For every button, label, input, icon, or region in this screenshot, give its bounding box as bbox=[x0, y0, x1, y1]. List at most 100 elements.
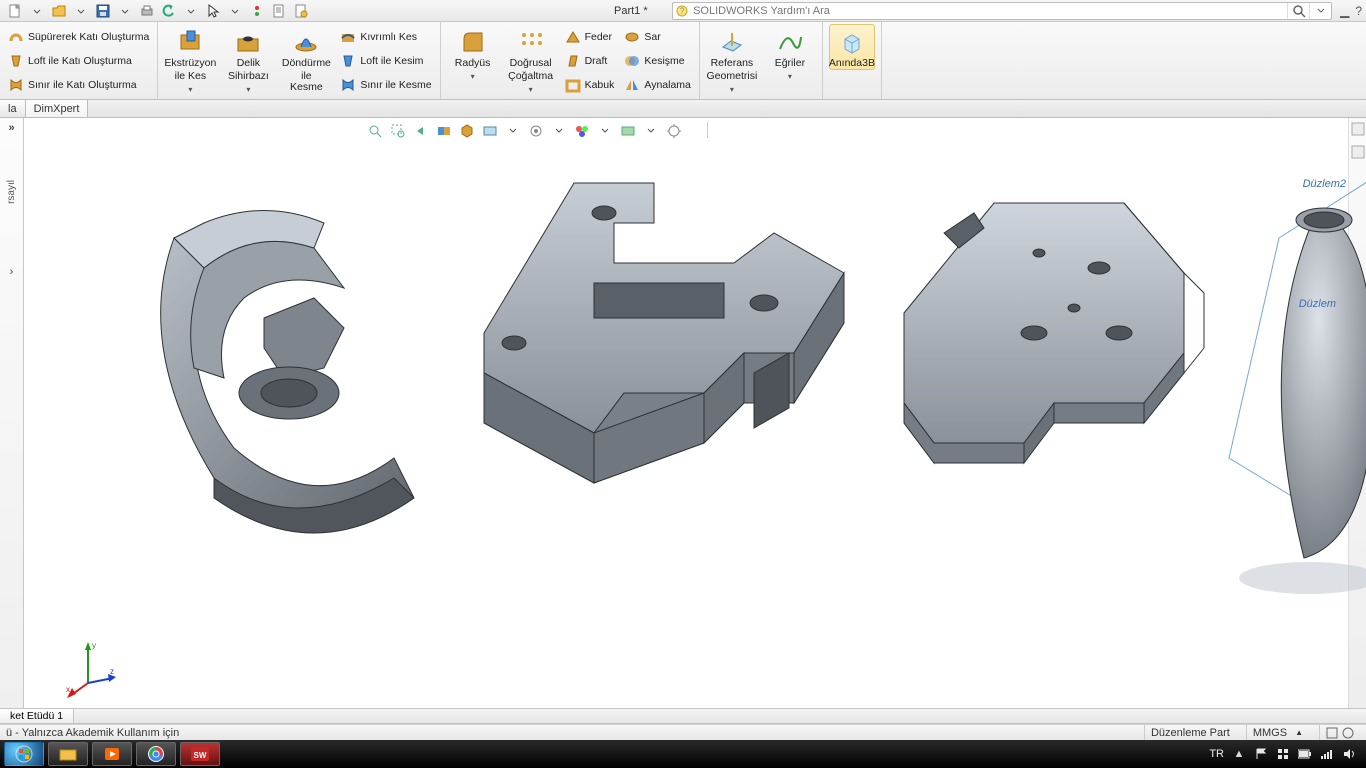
panel-label: rsayıl bbox=[6, 180, 17, 204]
rib-button[interactable]: Feder bbox=[563, 25, 617, 49]
search-dropdown[interactable] bbox=[1309, 3, 1331, 19]
tab-partial-1[interactable]: la bbox=[0, 100, 26, 117]
reference-geometry-button[interactable]: ReferansGeometrisi▾ bbox=[706, 24, 758, 95]
instant3d-button[interactable]: Anında3B bbox=[829, 24, 875, 70]
open-doc-dropdown[interactable] bbox=[70, 2, 92, 20]
rebuild-button[interactable] bbox=[246, 2, 268, 20]
tray-flag-icon[interactable] bbox=[1254, 747, 1268, 761]
panel-arrow[interactable]: › bbox=[10, 266, 14, 278]
boundary-cut-button[interactable]: Sınır ile Kesme bbox=[338, 73, 433, 97]
settings-button[interactable] bbox=[290, 2, 312, 20]
print-button[interactable] bbox=[136, 2, 158, 20]
chevron-down-icon: ▾ bbox=[188, 86, 192, 94]
boundary-boss-button[interactable]: Sınır ile Katı Oluşturma bbox=[6, 73, 151, 97]
wrap-button[interactable]: Sar bbox=[622, 25, 693, 49]
ribbon-group-reference: ReferansGeometrisi▾ Eğriler▾ bbox=[700, 22, 823, 99]
model-part-2[interactable] bbox=[444, 173, 864, 538]
edit-appearance-button[interactable] bbox=[571, 121, 593, 141]
intersect-icon bbox=[624, 53, 640, 69]
extruded-cut-button[interactable]: Ekstrüzyonile Kes▾ bbox=[164, 24, 216, 95]
save-dropdown[interactable] bbox=[114, 2, 136, 20]
shell-icon bbox=[565, 77, 581, 93]
draft-icon bbox=[565, 53, 581, 69]
options-button[interactable] bbox=[268, 2, 290, 20]
expand-panel-button[interactable]: » bbox=[8, 122, 14, 134]
status-icons[interactable] bbox=[1319, 725, 1360, 740]
tab-dimxpert[interactable]: DimXpert bbox=[26, 100, 89, 117]
swept-boss-icon bbox=[8, 29, 24, 45]
mirror-button[interactable]: Aynalama bbox=[622, 73, 693, 97]
chevron-up-icon: ▲ bbox=[1295, 728, 1303, 737]
plane-label-2[interactable]: Düzlem2 bbox=[1303, 178, 1346, 190]
hide-show-button[interactable] bbox=[525, 121, 547, 141]
chevron-down-icon: ▾ bbox=[246, 86, 250, 94]
tray-wifi-icon[interactable] bbox=[1320, 747, 1334, 761]
task-pane-tab-1[interactable] bbox=[1351, 122, 1365, 141]
feature-manager-collapsed[interactable]: » rsayıl › bbox=[0, 118, 24, 708]
motion-study-tab-1[interactable]: ket Etüdü 1 bbox=[0, 709, 74, 723]
hide-show-dropdown[interactable] bbox=[548, 121, 570, 141]
section-view-button[interactable] bbox=[433, 121, 455, 141]
chevron-down-icon: ▾ bbox=[730, 86, 734, 94]
apply-scene-button[interactable] bbox=[617, 121, 639, 141]
view-settings-button[interactable] bbox=[663, 121, 685, 141]
intersect-button[interactable]: Kesişme bbox=[622, 49, 693, 73]
status-message: ü - Yalnızca Akademik Kullanım için bbox=[6, 727, 179, 739]
open-doc-button[interactable] bbox=[48, 2, 70, 20]
tray-show-hidden-icon[interactable]: ▲ bbox=[1232, 747, 1246, 761]
select-button[interactable] bbox=[202, 2, 224, 20]
swept-cut-button[interactable]: Kıvrımlı Kes bbox=[338, 25, 433, 49]
taskbar-app-explorer[interactable] bbox=[48, 742, 88, 766]
status-units[interactable]: MMGS▲ bbox=[1246, 725, 1309, 740]
model-part-4[interactable] bbox=[1224, 178, 1366, 603]
taskbar-app-media[interactable] bbox=[92, 742, 132, 766]
shell-button[interactable]: Kabuk bbox=[563, 73, 617, 97]
display-style-button[interactable] bbox=[479, 121, 501, 141]
hole-wizard-button[interactable]: DelikSihirbazı▾ bbox=[222, 24, 274, 95]
edit-appearance-dropdown[interactable] bbox=[594, 121, 616, 141]
tray-nav-icon[interactable] bbox=[1276, 747, 1290, 761]
tray-language[interactable]: TR bbox=[1209, 748, 1224, 760]
loft-cut-button[interactable]: Loft ile Kesim bbox=[338, 49, 433, 73]
new-doc-dropdown[interactable] bbox=[26, 2, 48, 20]
undo-button[interactable] bbox=[158, 2, 180, 20]
help-search[interactable]: ? bbox=[672, 2, 1332, 20]
new-doc-button[interactable] bbox=[4, 2, 26, 20]
apply-scene-dropdown[interactable] bbox=[640, 121, 662, 141]
display-style-dropdown[interactable] bbox=[502, 121, 524, 141]
linear-pattern-button[interactable]: DoğrusalÇoğaltma▾ bbox=[505, 24, 557, 95]
previous-view-button[interactable] bbox=[410, 121, 432, 141]
loft-boss-button[interactable]: Loft ile Katı Oluşturma bbox=[6, 49, 151, 73]
zoom-area-button[interactable] bbox=[387, 121, 409, 141]
help-button[interactable]: ? bbox=[1355, 4, 1362, 18]
tray-battery-icon[interactable] bbox=[1298, 747, 1312, 761]
select-dropdown[interactable] bbox=[224, 2, 246, 20]
save-button[interactable] bbox=[92, 2, 114, 20]
help-search-input[interactable] bbox=[691, 5, 1287, 17]
graphics-viewport[interactable]: Düzlem2 Düzlem y z x bbox=[24, 118, 1366, 708]
boundary-boss-icon bbox=[8, 77, 24, 93]
model-part-3[interactable] bbox=[874, 173, 1204, 538]
draft-button[interactable]: Draft bbox=[563, 49, 617, 73]
revolved-cut-button[interactable]: Döndürmeile Kesme bbox=[280, 24, 332, 94]
minimize-button[interactable]: ▁ bbox=[1340, 4, 1349, 18]
fillet-button[interactable]: Radyüs▾ bbox=[447, 24, 499, 82]
zoom-fit-button[interactable] bbox=[364, 121, 386, 141]
taskbar-app-chrome[interactable] bbox=[136, 742, 176, 766]
swept-boss-button[interactable]: Süpürerek Katı Oluşturma bbox=[6, 25, 151, 49]
task-pane-tab-2[interactable] bbox=[1351, 145, 1365, 164]
model-part-1[interactable] bbox=[114, 168, 434, 573]
linear-pattern-icon bbox=[517, 28, 545, 56]
plane-label-3[interactable]: Düzlem bbox=[1299, 298, 1336, 310]
start-button[interactable] bbox=[4, 742, 44, 766]
taskbar-app-solidworks[interactable]: SW bbox=[180, 742, 220, 766]
svg-text:x: x bbox=[66, 685, 70, 694]
tray-volume-icon[interactable] bbox=[1342, 747, 1356, 761]
wrap-icon bbox=[624, 29, 640, 45]
view-orientation-button[interactable] bbox=[456, 121, 478, 141]
undo-dropdown[interactable] bbox=[180, 2, 202, 20]
search-icon[interactable] bbox=[1287, 3, 1309, 19]
view-triad[interactable]: y z x bbox=[58, 638, 118, 698]
status-edit-mode[interactable]: Düzenleme Part bbox=[1144, 725, 1236, 740]
curves-button[interactable]: Eğriler▾ bbox=[764, 24, 816, 82]
